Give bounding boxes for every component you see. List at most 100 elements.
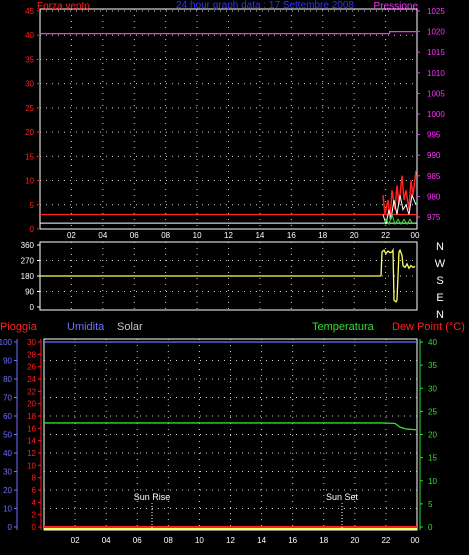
rain-tick-label: 24 [27, 375, 36, 384]
rain-tick-label: 12 [27, 449, 36, 458]
compass-label: N [436, 241, 444, 253]
bottom-x-tick-label: 08 [164, 536, 173, 545]
temperature-tick-label: 20 [428, 431, 437, 440]
middle-panel: 360 270 180 90 0 NWSEN [21, 241, 446, 321]
top-x-tick-label: 16 [287, 231, 296, 240]
pressure-tick-label: 1005 [427, 89, 445, 98]
rain-y-ticks: 302826242220181614121086420 [27, 338, 41, 532]
top-x-tick-label: 12 [224, 231, 233, 240]
bottom-x-tick-label: 04 [102, 536, 111, 545]
wind-tick-label: 40 [25, 31, 34, 40]
sun-rise-text: Sun Rise [134, 492, 171, 502]
compass-label: N [436, 309, 444, 321]
direction-tick-label: 180 [21, 272, 35, 281]
humidity-tick-label: 0 [8, 523, 13, 532]
rain-tick-label: 16 [27, 424, 36, 433]
rain-tick-label: 18 [27, 412, 36, 421]
top-x-tick-label: 10 [193, 231, 202, 240]
direction-tick-label: 90 [25, 288, 34, 297]
bottom-grid [44, 339, 417, 530]
sun-set-marker: Sun Set [326, 492, 359, 530]
rain-label: Pioggia [0, 321, 38, 333]
wind-tick-label: 45 [25, 7, 34, 16]
temperature-label: Temperatura [312, 321, 375, 333]
pressure-tick-label: 990 [427, 151, 441, 160]
humidity-label: Umidita [67, 321, 105, 333]
top-x-tick-label: 04 [98, 231, 107, 240]
pressure-axis-label: Pressione [374, 1, 419, 12]
wind-tick-label: 25 [25, 104, 34, 113]
humidity-tick-label: 30 [3, 468, 12, 477]
temperature-tick-label: 30 [428, 384, 437, 393]
rain-tick-label: 6 [32, 486, 37, 495]
sun-set-text: Sun Set [326, 492, 359, 502]
pressure-line [40, 31, 417, 35]
rain-tick-label: 2 [32, 511, 37, 520]
bottom-x-tick-label: 18 [319, 536, 328, 545]
wind-avg-line [382, 193, 417, 225]
pressure-y-ticks: 1025 1020 1015 1010 1005 1000 995 990 985 980 975 [417, 7, 445, 222]
top-x-tick-label: 08 [161, 231, 170, 240]
dew-point-label: Dew Point (°C) [392, 321, 465, 333]
top-grid [40, 9, 417, 229]
bottom-x-tick-label: 02 [71, 536, 80, 545]
pressure-tick-label: 1015 [427, 48, 445, 57]
rain-tick-label: 4 [32, 498, 37, 507]
humidity-y-ticks: 1009080706050403020100 [0, 338, 17, 532]
humidity-tick-label: 40 [3, 449, 12, 458]
rain-tick-label: 0 [32, 523, 37, 532]
top-panel: Forza vento 24 hour graph data : 17 Sett… [25, 0, 445, 240]
bottom-x-tick-label: 00 [411, 536, 420, 545]
pressure-tick-label: 1000 [427, 110, 445, 119]
humidity-tick-label: 90 [3, 357, 12, 366]
temperature-tick-label: 40 [428, 338, 437, 347]
pressure-tick-label: 1010 [427, 69, 445, 78]
temperature-y-ticks: 40 35 30 25 20 15 10 5 0 [420, 338, 437, 532]
pressure-tick-label: 1025 [427, 7, 445, 16]
compass-labels: NWSEN [435, 241, 446, 321]
wind-tick-label: 20 [25, 128, 34, 137]
bottom-x-tick-label: 16 [288, 536, 297, 545]
humidity-tick-label: 100 [0, 338, 13, 347]
rain-tick-label: 10 [27, 461, 36, 470]
wind-tick-label: 30 [25, 80, 34, 89]
wind-tick-label: 35 [25, 55, 34, 64]
bottom-x-tick-label: 14 [257, 536, 266, 545]
top-x-tick-label: 22 [381, 231, 390, 240]
direction-noisy-line [380, 247, 416, 303]
bottom-x-tick-label: 20 [350, 536, 359, 545]
rain-tick-label: 8 [32, 474, 37, 483]
direction-tick-label: 270 [21, 257, 35, 266]
direction-series [40, 247, 416, 303]
bottom-x-ticks: 02 04 06 08 10 12 14 16 18 20 22 00 [71, 536, 420, 545]
rain-tick-label: 22 [27, 387, 36, 396]
bottom-panel: Pioggia Umidita Solar Temperatura Dew Po… [0, 321, 465, 545]
wind-axis-label: Forza vento [37, 1, 90, 12]
wind-y-ticks: 45 40 35 30 25 20 15 10 5 0 [25, 7, 40, 234]
wind-tick-label: 0 [30, 225, 35, 234]
top-x-tick-label: 18 [318, 231, 327, 240]
temperature-tick-label: 0 [428, 523, 433, 532]
pressure-tick-label: 980 [427, 192, 441, 201]
pressure-tick-label: 985 [427, 172, 441, 181]
top-x-tick-label: 06 [130, 231, 139, 240]
direction-tick-label: 360 [21, 241, 35, 250]
compass-label: W [435, 258, 446, 270]
direction-tick-label: 0 [30, 303, 35, 312]
rain-tick-label: 14 [27, 437, 36, 446]
bottom-x-tick-label: 06 [133, 536, 142, 545]
rain-tick-label: 28 [27, 350, 36, 359]
bottom-x-tick-label: 22 [381, 536, 390, 545]
top-x-tick-label: 00 [411, 231, 420, 240]
bottom-x-tick-label: 10 [195, 536, 204, 545]
humidity-tick-label: 50 [3, 431, 12, 440]
temperature-tick-label: 35 [428, 361, 437, 370]
bottom-x-tick-label: 12 [226, 536, 235, 545]
sun-rise-marker: Sun Rise [134, 492, 171, 530]
compass-label: E [436, 292, 443, 304]
temperature-tick-label: 15 [428, 454, 437, 463]
wind-tick-label: 15 [25, 152, 34, 161]
weather-graph: Forza vento 24 hour graph data : 17 Sett… [0, 0, 465, 545]
top-plot-frame [39, 8, 418, 230]
humidity-tick-label: 80 [3, 375, 12, 384]
